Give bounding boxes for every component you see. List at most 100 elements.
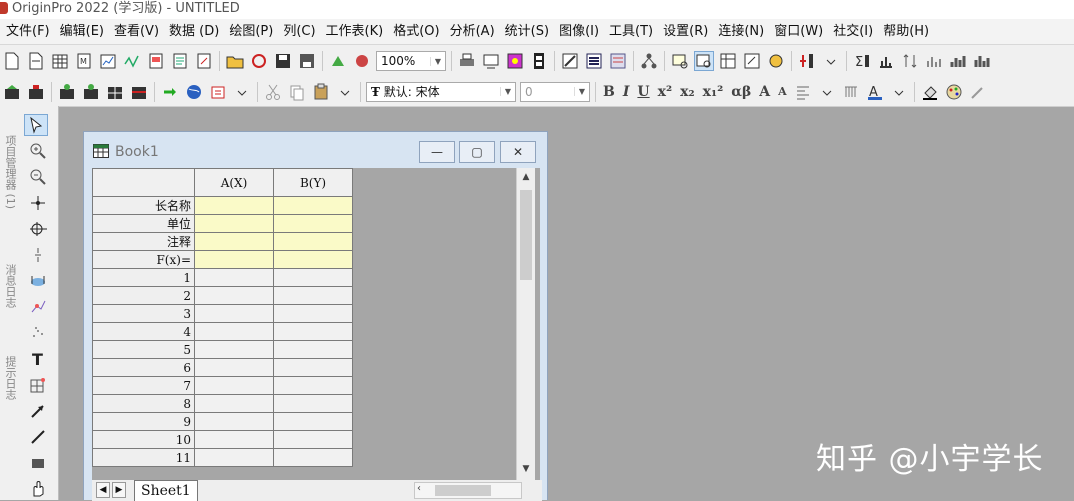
cell[interactable] — [194, 304, 274, 323]
paste-icon[interactable] — [311, 82, 331, 102]
greek-button[interactable]: αβ — [731, 84, 751, 100]
data-selector-tool-icon[interactable] — [20, 270, 56, 292]
line-tool-icon[interactable] — [20, 426, 56, 448]
row-label[interactable]: 长名称 — [92, 196, 195, 215]
cell[interactable] — [194, 394, 274, 413]
column-chart-icon[interactable] — [972, 51, 992, 71]
subscript-button[interactable]: x₂ — [680, 84, 694, 100]
cell[interactable] — [273, 268, 353, 287]
save-icon[interactable] — [273, 51, 293, 71]
statistics-grid-icon[interactable] — [105, 82, 125, 102]
more-tools-4-icon[interactable] — [889, 82, 909, 102]
notes-icon[interactable] — [742, 51, 762, 71]
plot-xy-icon[interactable] — [57, 82, 77, 102]
plot-setup-icon[interactable] — [81, 82, 101, 102]
region-selector-tool-icon[interactable] — [20, 296, 56, 318]
more-tools-icon[interactable] — [821, 51, 841, 71]
cell[interactable] — [194, 196, 274, 215]
close-button[interactable]: ✕ — [500, 141, 536, 163]
messages-icon[interactable] — [670, 51, 690, 71]
row-number[interactable]: 5 — [92, 340, 195, 359]
row-number[interactable]: 3 — [92, 304, 195, 323]
matrix-icon[interactable] — [129, 82, 149, 102]
cell[interactable] — [194, 448, 274, 467]
sum-icon[interactable]: Σ — [852, 51, 872, 71]
corner-cell[interactable] — [92, 168, 195, 197]
palette-icon[interactable] — [944, 82, 964, 102]
cell[interactable] — [194, 340, 274, 359]
scroll-thumb[interactable] — [520, 190, 532, 280]
add-new-column-icon[interactable] — [26, 82, 46, 102]
row-number[interactable]: 2 — [92, 286, 195, 305]
recent-icon[interactable] — [249, 51, 269, 71]
cell[interactable] — [273, 214, 353, 233]
cell[interactable] — [194, 358, 274, 377]
cell[interactable] — [273, 448, 353, 467]
cell[interactable] — [194, 430, 274, 449]
superscript-button[interactable]: x² — [658, 84, 672, 100]
cell[interactable] — [273, 394, 353, 413]
menu-column[interactable]: 列(C) — [277, 19, 315, 44]
duplicate-icon[interactable] — [505, 51, 525, 71]
annotation-tool-icon[interactable] — [20, 374, 56, 396]
code-builder-icon[interactable] — [560, 51, 580, 71]
underline-button[interactable]: U — [637, 84, 649, 100]
increase-font-button[interactable]: A — [759, 84, 770, 100]
save-template-icon[interactable] — [297, 51, 317, 71]
font-size-select[interactable]: 0 ▼ — [520, 81, 590, 102]
row-number[interactable]: 11 — [92, 448, 195, 467]
zoom-select[interactable]: 100% ▼ — [376, 51, 446, 71]
print-icon[interactable] — [457, 51, 477, 71]
menu-tools[interactable]: 工具(T) — [603, 19, 653, 44]
align-left-icon[interactable] — [793, 82, 813, 102]
new-notes-icon[interactable] — [170, 51, 190, 71]
screen-reader-tool-icon[interactable] — [20, 192, 56, 214]
cell[interactable] — [194, 214, 274, 233]
cell[interactable] — [273, 250, 353, 269]
pen-icon[interactable] — [968, 82, 988, 102]
row-label[interactable]: 单位 — [92, 214, 195, 233]
cell[interactable] — [273, 358, 353, 377]
scroll-down-icon[interactable]: ▼ — [517, 464, 535, 474]
maximize-button[interactable]: ▢ — [459, 141, 495, 163]
menu-view[interactable]: 查看(V) — [108, 19, 159, 44]
cell[interactable] — [194, 412, 274, 431]
open-icon[interactable] — [225, 51, 245, 71]
more-tools-3-icon[interactable] — [335, 82, 355, 102]
import-wizard-icon[interactable] — [352, 51, 372, 71]
cell[interactable] — [273, 412, 353, 431]
cell[interactable] — [273, 286, 353, 305]
cell[interactable] — [194, 268, 274, 287]
menu-statistics[interactable]: 统计(S) — [499, 19, 549, 44]
menu-data[interactable]: 数据 (D) — [163, 19, 219, 44]
row-number[interactable]: 7 — [92, 376, 195, 395]
refresh-icon[interactable] — [481, 51, 501, 71]
fill-color-icon[interactable] — [920, 82, 940, 102]
cell[interactable] — [273, 232, 353, 251]
scroll-left-icon[interactable]: ‹ — [417, 483, 421, 494]
menu-window[interactable]: 窗口(W) — [768, 19, 823, 44]
cell[interactable] — [273, 304, 353, 323]
hscroll-thumb[interactable] — [435, 485, 491, 496]
menu-image[interactable]: 图像(I) — [553, 19, 599, 44]
cut-icon[interactable] — [263, 82, 283, 102]
zoom-out-tool-icon[interactable] — [20, 166, 56, 188]
apps-gallery-icon[interactable] — [718, 51, 738, 71]
font-color-icon[interactable]: A — [865, 82, 885, 102]
text-tool-icon[interactable]: T — [20, 348, 56, 370]
row-label[interactable]: 注释 — [92, 232, 195, 251]
cell[interactable] — [273, 376, 353, 395]
align-dropdown-icon[interactable] — [817, 82, 837, 102]
sheet-tab-sheet1[interactable]: Sheet1 — [134, 480, 198, 501]
menu-analysis[interactable]: 分析(A) — [444, 19, 495, 44]
menu-social[interactable]: 社交(I) — [827, 19, 873, 44]
bar-chart-icon[interactable] — [948, 51, 968, 71]
menu-help[interactable]: 帮助(H) — [877, 19, 929, 44]
column-stats-icon[interactable] — [876, 51, 896, 71]
app-center-icon[interactable] — [766, 51, 786, 71]
cell[interactable] — [273, 430, 353, 449]
menu-worksheet[interactable]: 工作表(K) — [320, 19, 384, 44]
sort-icon[interactable] — [900, 51, 920, 71]
copy-icon[interactable] — [287, 82, 307, 102]
smart-hint-log-tab[interactable]: 提示日志 — [0, 338, 18, 418]
